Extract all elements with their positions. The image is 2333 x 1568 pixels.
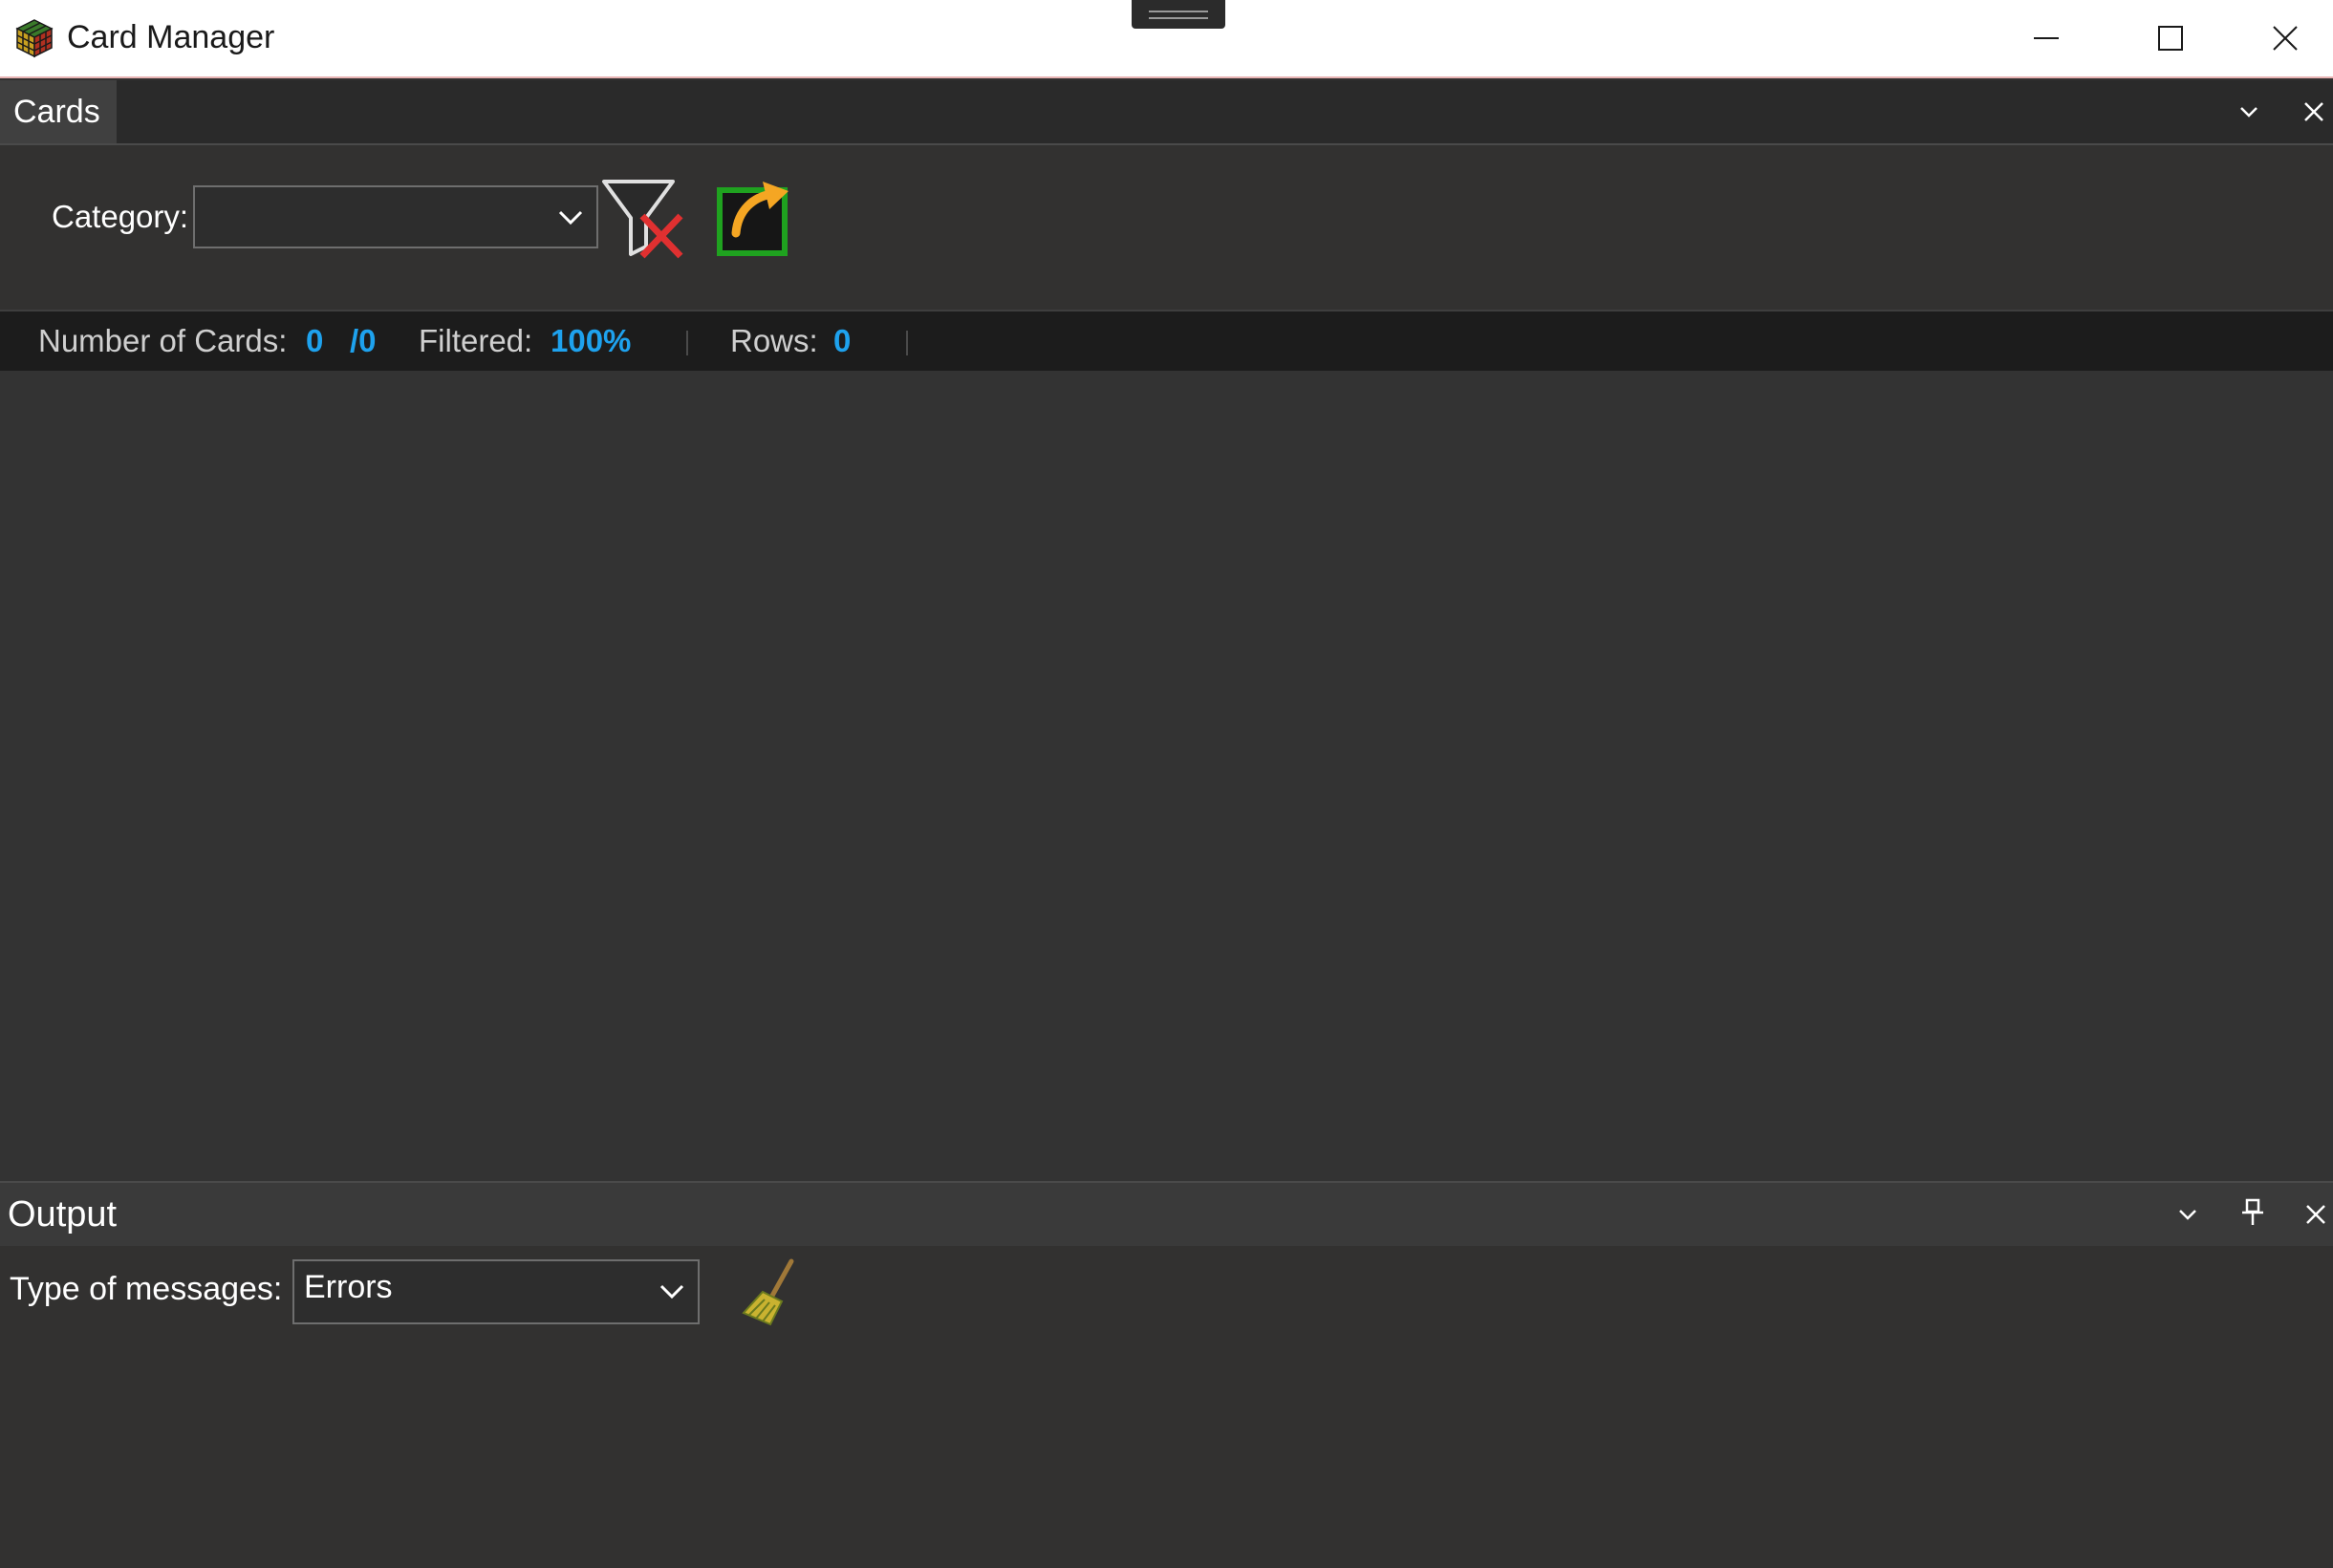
drag-grip[interactable] — [1132, 0, 1225, 29]
pin-icon — [2242, 1198, 2263, 1225]
output-panel-header: Output — [0, 1181, 2333, 1248]
export-icon[interactable] — [715, 178, 791, 258]
panel-close-button[interactable] — [2298, 96, 2330, 128]
status-separator — [686, 331, 688, 355]
output-title: Output — [8, 1194, 118, 1235]
filtered-value: 100% — [551, 323, 632, 358]
cards-panel-header: Cards — [0, 80, 2333, 145]
tab-cards[interactable]: Cards — [0, 80, 117, 143]
minimize-icon — [2034, 37, 2059, 39]
message-type-label: Type of messages: — [10, 1271, 283, 1307]
maximize-button[interactable] — [2108, 0, 2233, 76]
close-icon — [2272, 26, 2298, 51]
app-cube-icon — [15, 19, 54, 58]
close-icon — [2304, 102, 2323, 121]
cards-count-value: 0 — [306, 323, 324, 358]
cards-count-label: Number of Cards: — [38, 323, 288, 358]
panel-menu-button[interactable] — [2233, 96, 2265, 128]
output-toolbar: Type of messages: Errors — [0, 1246, 2333, 1568]
output-close-button[interactable] — [2300, 1198, 2332, 1231]
output-menu-button[interactable] — [2171, 1198, 2204, 1231]
message-type-value: Errors — [304, 1269, 393, 1305]
output-pin-button[interactable] — [2236, 1196, 2269, 1229]
chevron-down-icon — [2240, 107, 2257, 118]
cards-toolbar: Category: — [0, 145, 2333, 311]
message-type-select[interactable]: Errors — [292, 1259, 700, 1324]
cards-total-value: /0 — [350, 323, 377, 358]
chevron-down-icon — [659, 1284, 684, 1300]
title-bar: Card Manager — [0, 0, 2333, 78]
rows-value: 0 — [833, 323, 852, 358]
clear-filter-icon[interactable] — [600, 176, 686, 262]
close-button[interactable] — [2236, 0, 2333, 76]
category-select[interactable] — [193, 185, 598, 248]
filtered-label: Filtered: — [419, 323, 533, 358]
rows-label: Rows: — [730, 323, 818, 358]
minimize-button[interactable] — [1984, 0, 2108, 76]
status-separator — [906, 331, 908, 355]
maximize-icon — [2158, 26, 2183, 51]
status-bar: Number of Cards: 0 /0 Filtered: 100% Row… — [0, 311, 2333, 371]
chevron-down-icon — [558, 210, 583, 226]
close-icon — [2306, 1205, 2325, 1224]
window-title: Card Manager — [67, 19, 275, 55]
broom-icon[interactable] — [738, 1257, 799, 1328]
cards-content-area[interactable] — [0, 371, 2333, 1181]
category-label: Category: — [52, 199, 189, 234]
chevron-down-icon — [2179, 1210, 2196, 1220]
